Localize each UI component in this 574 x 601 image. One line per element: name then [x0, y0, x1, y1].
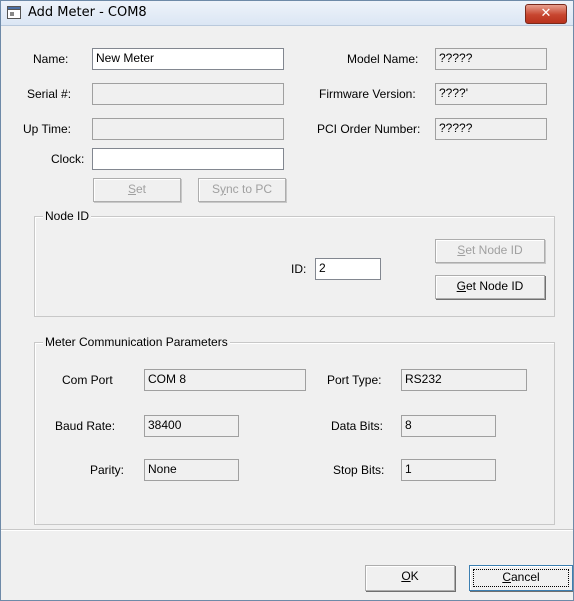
stop-bits-field: 1 — [401, 459, 496, 481]
uptime-field — [92, 118, 284, 140]
window-title: Add Meter - COM8 — [28, 5, 147, 20]
pci-order-number-label: PCI Order Number: — [317, 122, 421, 136]
comm-params-group: Meter Communication Parameters Com Port … — [34, 335, 555, 525]
com-port-label: Com Port — [62, 373, 113, 387]
cancel-button[interactable]: Cancel — [469, 565, 573, 591]
node-id-label: ID: — [291, 262, 307, 276]
serial-field — [92, 83, 284, 105]
close-icon[interactable]: ✕ — [525, 4, 567, 24]
set-clock-button[interactable]: Set — [93, 178, 181, 202]
footer-separator — [1, 529, 573, 531]
title-bar[interactable]: Add Meter - COM8 ✕ — [1, 1, 573, 26]
baud-rate-label: Baud Rate: — [55, 419, 116, 433]
baud-rate-field: 38400 — [144, 415, 239, 437]
comm-params-group-title: Meter Communication Parameters — [43, 335, 230, 349]
meter-app-icon — [7, 6, 21, 19]
port-type-field: RS232 — [401, 369, 527, 391]
add-meter-dialog: Add Meter - COM8 ✕ Name: New Meter Seria… — [0, 0, 574, 601]
pci-order-number-field: ????? — [435, 118, 547, 140]
uptime-label: Up Time: — [23, 122, 72, 136]
get-node-id-button[interactable]: Get Node ID — [435, 275, 545, 299]
node-id-group: Node ID ID: 2 Set Node ID Get Node ID — [34, 209, 555, 317]
data-bits-field: 8 — [401, 415, 496, 437]
data-bits-label: Data Bits: — [331, 419, 384, 433]
com-port-field: COM 8 — [144, 369, 306, 391]
ok-button[interactable]: OK — [365, 565, 455, 591]
port-type-label: Port Type: — [327, 373, 382, 387]
model-name-field: ????? — [435, 48, 547, 70]
firmware-version-label: Firmware Version: — [319, 87, 416, 101]
name-input[interactable]: New Meter — [92, 48, 284, 70]
set-node-id-button[interactable]: Set Node ID — [435, 239, 545, 263]
firmware-version-field: ????' — [435, 83, 547, 105]
node-id-input[interactable]: 2 — [315, 258, 381, 280]
parity-label: Parity: — [90, 463, 125, 477]
dialog-body: Name: New Meter Serial #: Up Time: Clock… — [1, 26, 573, 600]
name-label: Name: — [33, 52, 69, 66]
model-name-label: Model Name: — [347, 52, 419, 66]
serial-label: Serial #: — [27, 87, 72, 101]
clock-input[interactable] — [92, 148, 284, 170]
parity-field: None — [144, 459, 239, 481]
sync-to-pc-button[interactable]: Sync to PC — [198, 178, 286, 202]
node-id-group-title: Node ID — [43, 209, 92, 223]
clock-label: Clock: — [51, 152, 85, 166]
stop-bits-label: Stop Bits: — [333, 463, 385, 477]
